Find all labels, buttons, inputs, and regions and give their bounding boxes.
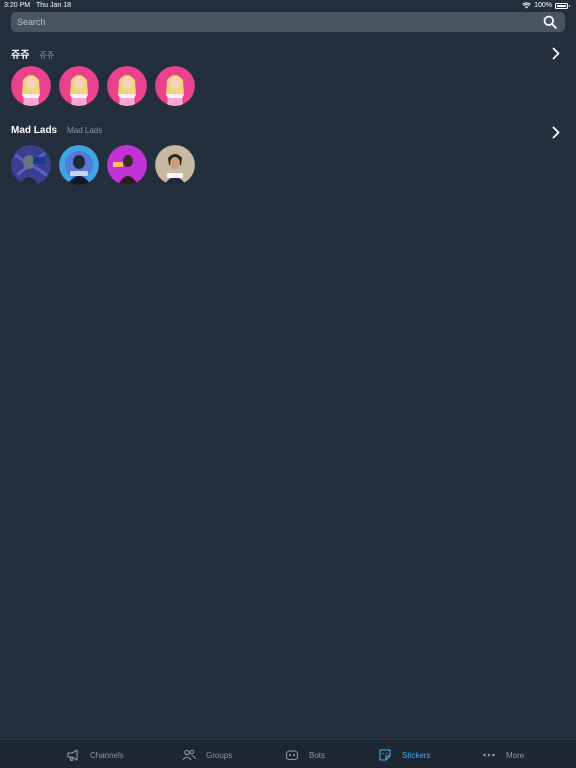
- tab-label: Bots: [309, 750, 326, 760]
- tab-more[interactable]: More: [482, 745, 524, 765]
- sticker-mad-lad-1[interactable]: [11, 145, 51, 185]
- pack-title: Mad Lads: [11, 125, 58, 136]
- tab-label: Stickers: [402, 750, 431, 760]
- status-time: 3:20 PM: [4, 2, 31, 9]
- status-bar: 3:20 PM Thu Jan 18 100%: [0, 0, 576, 11]
- wifi-icon: [522, 2, 531, 9]
- tab-stickers[interactable]: Stickers: [378, 745, 430, 765]
- search-input[interactable]: [17, 12, 537, 32]
- sticker-row: [11, 66, 195, 106]
- tab-label: More: [506, 750, 525, 760]
- sticker-mad-lad-4[interactable]: [155, 145, 195, 185]
- tab-label: Groups: [206, 750, 233, 760]
- pack-title: 쥬쥬: [11, 50, 30, 61]
- tab-bar: Channels Groups Bots Stickers More: [0, 739, 576, 768]
- status-right: 100%: [522, 0, 570, 11]
- sticker-mad-lad-2[interactable]: [59, 145, 99, 185]
- chevron-right-icon[interactable]: [551, 126, 561, 139]
- tab-label: Channels: [90, 750, 124, 760]
- sticker-barbie-1[interactable]: [11, 66, 51, 106]
- people-icon: [182, 749, 196, 761]
- megaphone-icon: [67, 749, 78, 762]
- battery-percent: 100%: [534, 2, 552, 9]
- pack-subtitle: 쥬쥬: [39, 51, 55, 60]
- tab-channels[interactable]: Channels: [66, 745, 124, 765]
- sticker-row: [11, 145, 195, 185]
- pack-subtitle: Mad Lads: [67, 126, 103, 135]
- ellipsis-icon: [483, 753, 495, 757]
- search-icon[interactable]: [543, 15, 557, 29]
- bot-icon: [285, 750, 299, 761]
- tab-bots[interactable]: Bots: [285, 745, 325, 765]
- pack-header[interactable]: Mad Lads Mad Lads: [11, 125, 102, 139]
- battery-icon: [555, 2, 570, 9]
- sticker-icon: [379, 749, 391, 761]
- sticker-barbie-4[interactable]: [155, 66, 195, 106]
- chevron-right-icon[interactable]: [551, 47, 561, 60]
- sticker-barbie-3[interactable]: [107, 66, 147, 106]
- sticker-barbie-2[interactable]: [59, 66, 99, 106]
- status-date: Thu Jan 18: [36, 2, 72, 9]
- pack-header[interactable]: 쥬쥬 쥬쥬: [11, 46, 55, 61]
- tab-groups[interactable]: Groups: [182, 745, 232, 765]
- search-bar[interactable]: [11, 12, 565, 32]
- sticker-mad-lad-3[interactable]: [107, 145, 147, 185]
